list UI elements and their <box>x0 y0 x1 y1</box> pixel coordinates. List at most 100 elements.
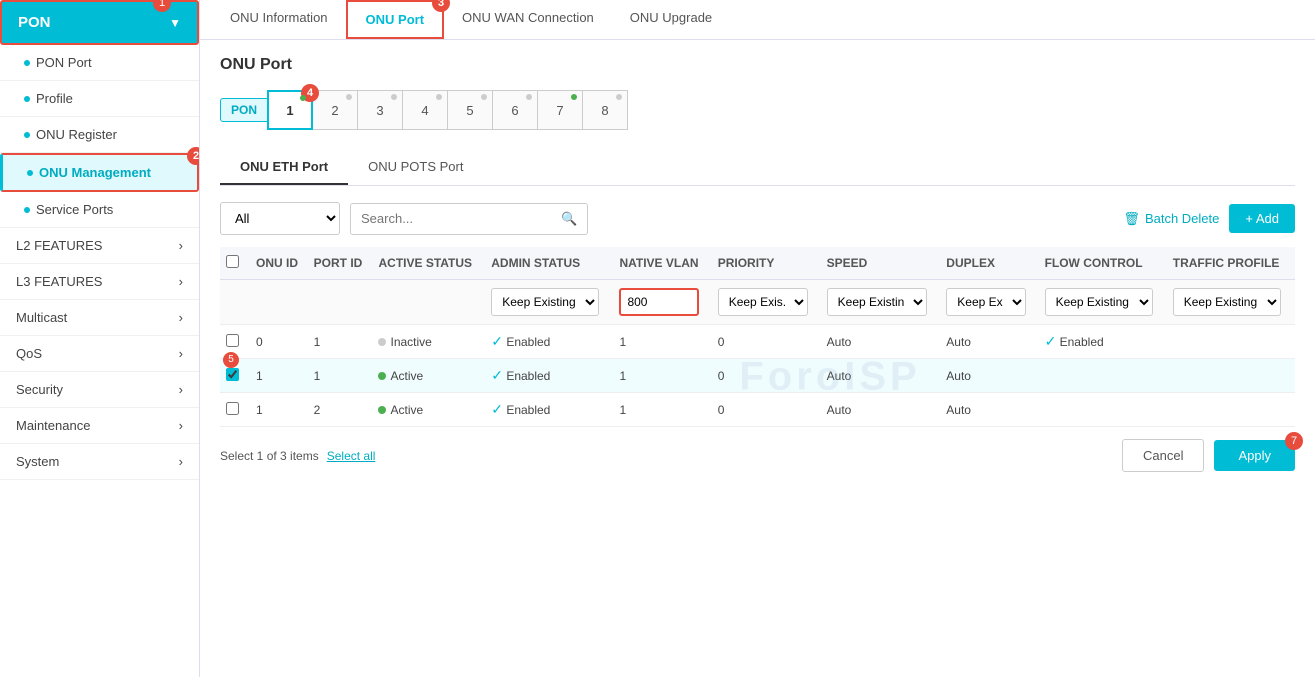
batch-flow-control-select[interactable]: Keep Existing <box>1045 288 1153 316</box>
cell-duplex: Auto <box>940 359 1038 393</box>
port-dot-icon <box>616 94 622 100</box>
port-boxes: 4 1 2 3 4 5 <box>268 90 628 130</box>
cell-onu-id: 1 <box>250 393 308 427</box>
sidebar-item-onu-register[interactable]: ONU Register <box>0 117 199 153</box>
cell-port-id: 1 <box>308 359 373 393</box>
row-checkbox-0[interactable] <box>226 334 239 347</box>
sidebar-item-onu-management[interactable]: 2 ONU Management <box>0 153 199 192</box>
tab-onu-wan[interactable]: ONU WAN Connection <box>444 0 612 39</box>
check-icon: ✓ <box>491 401 503 417</box>
port-number: 5 <box>466 103 473 118</box>
tab-onu-upgrade[interactable]: ONU Upgrade <box>612 0 730 39</box>
main-content: ONU Information 3 ONU Port ONU WAN Conne… <box>200 0 1315 677</box>
batch-delete-button[interactable]: 🗑 Batch Delete <box>1123 211 1219 227</box>
tab-onu-port[interactable]: 3 ONU Port <box>346 0 445 39</box>
row-checkbox-2[interactable] <box>226 402 239 415</box>
port-number: 2 <box>331 103 338 118</box>
port-box-6[interactable]: 6 <box>492 90 538 130</box>
pon-chevron-icon: ▼ <box>169 16 181 30</box>
batch-delete-label: Batch Delete <box>1145 211 1219 226</box>
sidebar-section-label: L2 FEATURES <box>16 238 102 253</box>
search-input[interactable] <box>351 204 551 233</box>
port-box-4[interactable]: 4 <box>402 90 448 130</box>
subtab-pots-port[interactable]: ONU POTS Port <box>348 150 483 185</box>
subtab-label: ONU ETH Port <box>240 159 328 174</box>
col-onu-id: ONU ID <box>250 247 308 280</box>
port-dot-icon <box>436 94 442 100</box>
security-chevron-icon: › <box>179 382 183 397</box>
tab-onu-information[interactable]: ONU Information <box>212 0 346 39</box>
sidebar-item-pon-port[interactable]: PON Port <box>0 45 199 81</box>
batch-traffic-profile-select[interactable]: Keep Existing <box>1173 288 1281 316</box>
sidebar-section-qos[interactable]: QoS › <box>0 336 199 372</box>
cancel-button[interactable]: Cancel <box>1122 439 1204 472</box>
batch-speed-select[interactable]: Keep Existin... <box>827 288 927 316</box>
port-box-5[interactable]: 5 <box>447 90 493 130</box>
cell-speed: Auto <box>821 393 941 427</box>
sidebar-item-label: ONU Register <box>36 127 117 142</box>
cell-priority: 0 <box>712 325 821 359</box>
sidebar-section-security[interactable]: Security › <box>0 372 199 408</box>
dot-icon <box>24 60 30 66</box>
col-speed: SPEED <box>821 247 941 280</box>
sidebar-item-label: Profile <box>36 91 73 106</box>
sidebar-pon-label: PON <box>18 14 51 31</box>
filter-select[interactable]: All <box>220 202 340 235</box>
sidebar-item-label: Service Ports <box>36 202 113 217</box>
table-row: 0 1 Inactive ✓ Enabled 1 0 Auto Auto ✓ E… <box>220 325 1295 359</box>
port-number: 1 <box>286 103 293 118</box>
sidebar-item-service-ports[interactable]: Service Ports <box>0 192 199 228</box>
l3-chevron-icon: › <box>179 274 183 289</box>
batch-admin-status-select[interactable]: Keep Existing <box>491 288 599 316</box>
table-footer: Select 1 of 3 items Select all Cancel 7 … <box>220 427 1295 472</box>
port-box-8[interactable]: 8 <box>582 90 628 130</box>
sidebar-section-system[interactable]: System › <box>0 444 199 480</box>
sidebar-section-l2[interactable]: L2 FEATURES › <box>0 228 199 264</box>
sidebar-section-l3[interactable]: L3 FEATURES › <box>0 264 199 300</box>
port-dot-icon <box>391 94 397 100</box>
col-traffic-profile: TRAFFIC PROFILE <box>1167 247 1295 280</box>
sidebar-section-multicast[interactable]: Multicast › <box>0 300 199 336</box>
cell-port-id: 1 <box>308 325 373 359</box>
sidebar-section-label: QoS <box>16 346 42 361</box>
row-checkbox-1[interactable] <box>226 368 239 381</box>
port-box-3[interactable]: 3 <box>357 90 403 130</box>
port-box-7[interactable]: 7 <box>537 90 583 130</box>
subtab-eth-port[interactable]: ONU ETH Port <box>220 150 348 185</box>
pon-label: PON <box>220 98 268 122</box>
batch-priority-select[interactable]: Keep Exis... <box>718 288 808 316</box>
port-box-1[interactable]: 4 1 <box>267 90 313 130</box>
sidebar-item-profile[interactable]: Profile <box>0 81 199 117</box>
port-number: 6 <box>511 103 518 118</box>
apply-button[interactable]: 7 Apply <box>1214 440 1295 471</box>
select-all-link[interactable]: Select all <box>327 449 376 463</box>
select-count: Select 1 of 3 items <box>220 449 319 463</box>
dot-icon <box>24 207 30 213</box>
status-dot-icon <box>378 406 386 414</box>
batch-edit-row: Keep Existing Keep Exis... Keep Existin.… <box>220 280 1295 325</box>
add-button[interactable]: + Add <box>1229 204 1295 233</box>
sidebar-pon-header[interactable]: PON 1 ▼ <box>0 0 199 45</box>
tab-label: ONU Upgrade <box>630 10 712 25</box>
batch-duplex-select[interactable]: Keep Ex... <box>946 288 1026 316</box>
cell-priority: 0 <box>712 393 821 427</box>
cell-traffic-profile <box>1167 325 1295 359</box>
cell-onu-id: 0 <box>250 325 308 359</box>
col-duplex: DUPLEX <box>940 247 1038 280</box>
check-icon: ✓ <box>1045 333 1057 349</box>
sidebar-section-maintenance[interactable]: Maintenance › <box>0 408 199 444</box>
search-box: 🔍 <box>350 203 588 235</box>
table-toolbar: All 🔍 🗑 Batch Delete + Add <box>220 202 1295 235</box>
port-box-2[interactable]: 2 <box>312 90 358 130</box>
select-all-checkbox[interactable] <box>226 255 239 268</box>
pon-port-section: PON 4 1 2 3 4 <box>220 90 1295 130</box>
batch-native-vlan-input[interactable] <box>619 288 699 316</box>
badge-2: 2 <box>187 147 200 165</box>
subtab-label: ONU POTS Port <box>368 159 463 174</box>
table-row: 1 2 Active ✓ Enabled 1 0 Auto Auto <box>220 393 1295 427</box>
system-chevron-icon: › <box>179 454 183 469</box>
cell-duplex: Auto <box>940 393 1038 427</box>
cell-admin-status: ✓ Enabled <box>485 393 613 427</box>
col-native-vlan: NATIVE VLAN <box>613 247 711 280</box>
sidebar-section-label: Security <box>16 382 63 397</box>
